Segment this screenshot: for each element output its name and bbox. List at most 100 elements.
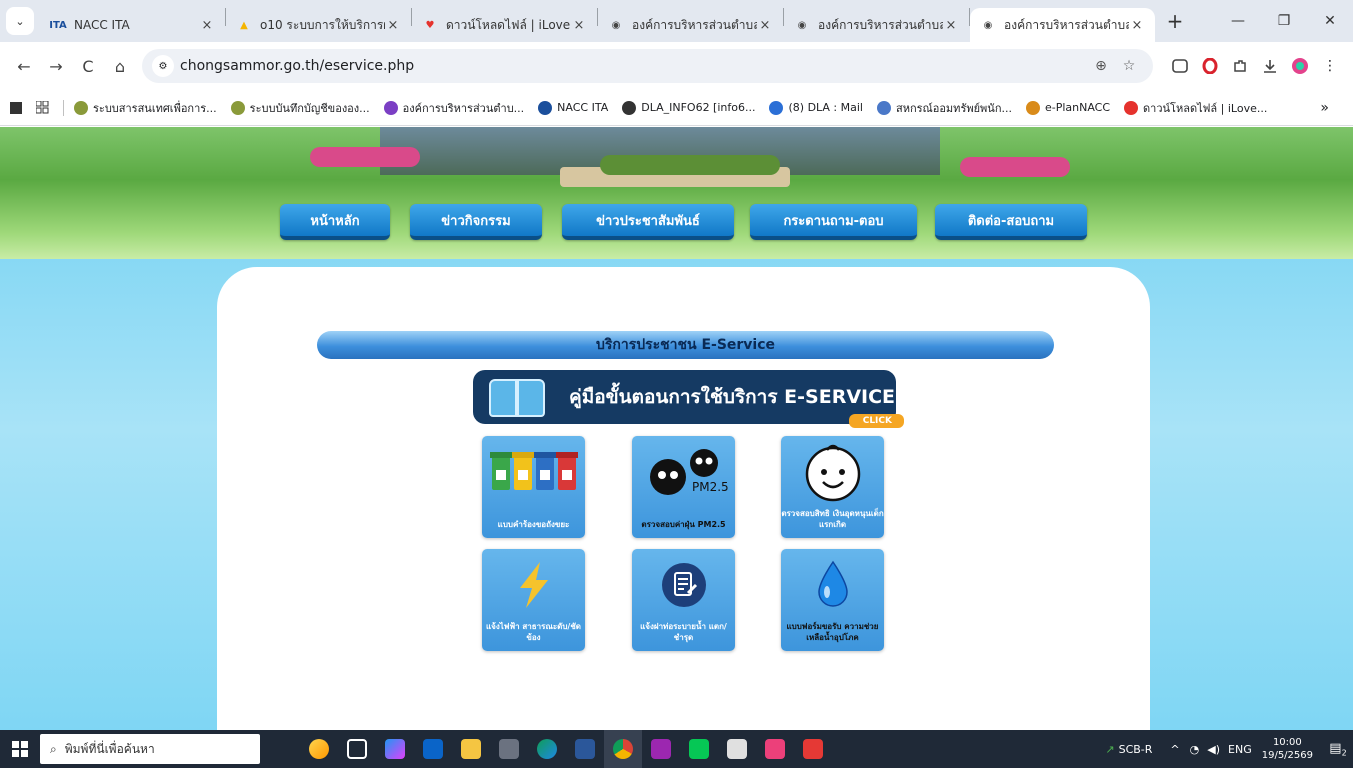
close-tab-icon[interactable]: × — [199, 18, 215, 33]
acrobat-icon[interactable] — [794, 730, 832, 768]
bookmark-item[interactable]: NACC ITA — [538, 99, 608, 117]
line-icon[interactable] — [680, 730, 718, 768]
clock[interactable]: 10:00 19/5/2569 — [1262, 736, 1313, 762]
nav-contact[interactable]: ติดต่อ-สอบถาม — [935, 204, 1087, 240]
calculator-icon[interactable] — [490, 730, 528, 768]
copilot-app-icon[interactable] — [376, 730, 414, 768]
pm25-icon: PM2.5 — [632, 444, 735, 500]
profile-avatar[interactable] — [1285, 51, 1315, 81]
tile-caption: แจ้งไฟฟ้า สาธารณะดับ/ชัดข้อง — [486, 622, 581, 642]
minimize-button[interactable]: — — [1215, 0, 1261, 42]
menu-icon[interactable]: ⋮ — [1315, 51, 1345, 81]
bookmark-label: องค์การบริหารส่วนตำบ... — [402, 101, 525, 115]
puzzle-icon[interactable] — [1225, 51, 1255, 81]
browser-tab[interactable]: ♥ ดาวน์โหลดไฟล์ | iLovePD× — [412, 8, 597, 42]
manual-banner[interactable]: คู่มือขั้นตอนการใช้บริการ E-SERVICE CLIC… — [473, 370, 904, 428]
tab-favicon-icon: ◉ — [797, 19, 807, 31]
bookmark-item[interactable]: (8) DLA : Mail — [769, 99, 863, 117]
nav-public-relations[interactable]: ข่าวประชาสัมพันธ์ — [562, 204, 734, 240]
bookmarks-more-button[interactable]: » — [1320, 100, 1329, 116]
close-tab-icon[interactable]: × — [943, 18, 959, 33]
opera-icon[interactable] — [1195, 51, 1225, 81]
extension-icon[interactable] — [1165, 51, 1195, 81]
taskbar-search[interactable]: ⌕ พิมพ์ที่นี่เพื่อค้นหา — [40, 734, 260, 764]
bookmark-item[interactable]: DLA_INFO62 [info6... — [622, 99, 755, 117]
tab-favicon-icon: ◉ — [611, 19, 621, 31]
browser-tab[interactable]: ◉ องค์การบริหารส่วนตำบลฯ × — [784, 8, 969, 42]
bookmark-favicon-icon — [538, 100, 553, 115]
banner-flowers — [960, 157, 1070, 177]
tab-search-button[interactable]: ⌄ — [6, 7, 34, 35]
bookmark-favicon-icon — [622, 100, 637, 115]
copilot-icon[interactable] — [300, 730, 338, 768]
back-button[interactable]: ← — [8, 50, 40, 82]
bookmark-item[interactable]: ดาวน์โหลดไฟล์ | iLove... — [1124, 99, 1267, 117]
url-text[interactable]: chongsammor.go.th/eservice.php — [180, 58, 1087, 74]
bookmark-favicon-icon — [1124, 100, 1139, 115]
site-info-icon[interactable]: ⚙ — [152, 55, 174, 77]
bookmark-item[interactable]: องค์การบริหารส่วนตำบ... — [383, 99, 525, 117]
apps-grid-icon[interactable] — [36, 101, 49, 114]
restore-button[interactable]: ❐ — [1261, 0, 1307, 42]
service-tile-water-aid[interactable]: แบบฟอร์มขอรับ ความช่วยเหลือน้ำอุปโภค — [781, 549, 884, 651]
nav-qa-board[interactable]: กระดานถาม-ตอบ — [750, 204, 917, 240]
snipping-tool-icon[interactable] — [756, 730, 794, 768]
chrome-icon[interactable] — [604, 730, 642, 768]
start-button[interactable] — [0, 730, 40, 768]
banner-hedge — [600, 155, 780, 175]
close-tab-icon[interactable]: × — [385, 18, 401, 33]
close-window-button[interactable]: ✕ — [1307, 0, 1353, 42]
close-tab-icon[interactable]: × — [1129, 18, 1145, 33]
click-badge[interactable]: CLICK — [848, 414, 904, 428]
language-indicator[interactable]: ENG — [1228, 743, 1252, 756]
tab-title: NACC ITA — [74, 18, 130, 32]
task-view-icon[interactable] — [338, 730, 376, 768]
zoom-icon[interactable]: ⊕ — [1087, 58, 1115, 74]
bookmark-favicon-icon — [769, 100, 784, 115]
service-tile-newborn-subsidy[interactable]: ตรวจสอบสิทธิ เงินอุดหนุนเด็กแรกเกิด — [781, 436, 884, 538]
browser-tab[interactable]: ITA NACC ITA × — [40, 8, 225, 42]
bookmark-item[interactable]: ระบบสารสนเทศเพื่อการ... — [74, 99, 217, 117]
browser-tab[interactable]: ◉ องค์การบริหารส่วนตำบลฯ × — [598, 8, 783, 42]
baby-face-icon — [781, 444, 884, 502]
close-tab-icon[interactable]: × — [571, 18, 587, 33]
wifi-icon[interactable]: ◔ — [1190, 743, 1200, 756]
download-icon[interactable] — [1255, 51, 1285, 81]
file-explorer-icon[interactable] — [452, 730, 490, 768]
paint-app-icon[interactable] — [642, 730, 680, 768]
system-tray: ↗ SCB-R ^ ◔ ◀) ENG 10:00 19/5/2569 ▤2 — [1105, 730, 1353, 768]
home-button[interactable]: ⌂ — [104, 50, 136, 82]
lightning-icon — [482, 557, 585, 613]
close-tab-icon[interactable]: × — [757, 18, 773, 33]
forward-button[interactable]: → — [40, 50, 72, 82]
paint-icon[interactable] — [718, 730, 756, 768]
service-tile-street-light[interactable]: แจ้งไฟฟ้า สาธารณะดับ/ชัดข้อง — [482, 549, 585, 651]
bookmark-item[interactable]: e-PlanNACC — [1025, 99, 1110, 117]
service-tile-trash-bin[interactable]: แบบคำร้องขอถังขยะ — [482, 436, 585, 538]
service-tile-drain-cover[interactable]: แจ้งฝาท่อระบายน้ำ แตก/ชำรุด — [632, 549, 735, 651]
notification-count: 2 — [1341, 748, 1347, 758]
bookmark-item[interactable]: สหกรณ์ออมทรัพย์พนัก... — [876, 99, 1012, 117]
nav-home[interactable]: หน้าหลัก — [280, 204, 390, 240]
tray-expand-icon[interactable]: ^ — [1170, 743, 1179, 756]
bookmark-star-icon[interactable]: ☆ — [1115, 58, 1143, 74]
stock-widget-text[interactable]: SCB-R — [1119, 743, 1153, 756]
browser-tab[interactable]: ▲ o10 ระบบการให้บริการผ่า × — [226, 8, 411, 42]
notification-icon[interactable]: ▤2 — [1323, 741, 1353, 758]
edge-icon[interactable] — [528, 730, 566, 768]
nav-activities[interactable]: ข่าวกิจกรรม — [410, 204, 542, 240]
volume-icon[interactable]: ◀) — [1207, 743, 1220, 756]
bookmark-item[interactable]: ระบบบันทึกบัญชีขององ... — [230, 99, 370, 117]
bookmark-label: NACC ITA — [557, 101, 609, 114]
service-tile-pm25[interactable]: PM2.5 ตรวจสอบค่าฝุ่น PM2.5 — [632, 436, 735, 538]
browser-tab[interactable]: ◉ องค์การบริหารส่วนตำบลฯ × — [970, 8, 1155, 42]
sidebar-toggle-icon[interactable] — [10, 101, 22, 114]
word-icon[interactable] — [566, 730, 604, 768]
new-tab-button[interactable]: + — [1161, 7, 1189, 35]
bookmark-label: (8) DLA : Mail — [788, 101, 863, 114]
address-bar[interactable]: ⚙ chongsammor.go.th/eservice.php ⊕ ☆ — [142, 49, 1153, 83]
outlook-icon[interactable] — [414, 730, 452, 768]
stock-widget-icon[interactable]: ↗ — [1105, 743, 1114, 756]
reload-button[interactable]: C — [72, 50, 104, 82]
bookmark-favicon-icon — [383, 100, 398, 115]
